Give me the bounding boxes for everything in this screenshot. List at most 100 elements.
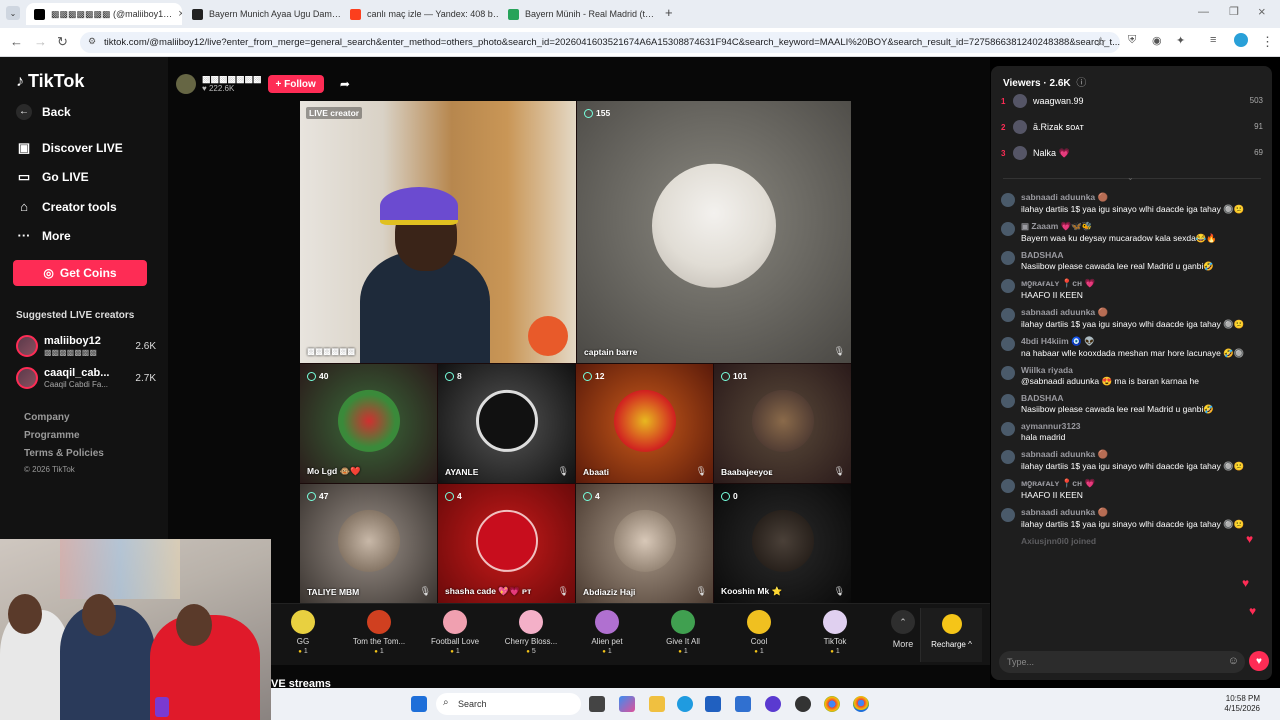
- extension-globe-icon[interactable]: ◉: [1152, 34, 1162, 47]
- avatar[interactable]: [1001, 251, 1015, 265]
- chat-username[interactable]: 4bdi H4kiim 🧿 👽: [1021, 336, 1265, 347]
- like-heart-button[interactable]: ♥: [1249, 651, 1269, 671]
- avatar[interactable]: [1001, 450, 1015, 464]
- avatar[interactable]: [1001, 394, 1015, 408]
- viewers-title[interactable]: Viewers · 2.6K ⓘ: [1003, 74, 1086, 89]
- chat-username[interactable]: BADSHAA: [1021, 393, 1265, 403]
- close-window-icon[interactable]: ×: [1258, 4, 1266, 19]
- avatar[interactable]: [1001, 422, 1015, 436]
- footer-company-link[interactable]: Company: [24, 412, 70, 423]
- gift-item[interactable]: Cherry Bloss... 5: [496, 610, 566, 655]
- share-icon[interactable]: ➦: [340, 77, 350, 91]
- url-field[interactable]: ⚙ tiktok.com/@maliiboy12/live?enter_from…: [80, 32, 1120, 53]
- avatar[interactable]: [1001, 479, 1015, 493]
- reading-list-icon[interactable]: ≡: [1210, 34, 1216, 46]
- guest-video-main[interactable]: 155 captain barre 🎙: [577, 101, 851, 363]
- avatar[interactable]: [1001, 193, 1015, 207]
- outlook-icon[interactable]: [735, 696, 751, 712]
- tab-bayern-madrid[interactable]: Bayern Münih - Real Madrid (t… ×: [500, 3, 656, 25]
- reload-icon[interactable]: ↻: [57, 34, 68, 50]
- copilot-icon[interactable]: [619, 696, 635, 712]
- site-info-icon[interactable]: ⚙: [88, 36, 96, 47]
- file-explorer-icon[interactable]: [649, 696, 665, 712]
- chat-username[interactable]: aymannur3123: [1021, 421, 1265, 431]
- taskbar-search[interactable]: ⌕ Search: [436, 693, 581, 715]
- chat-username[interactable]: ᴍჹʀᴀғᴀʟʏ 📍ᴄʜ 💗: [1021, 478, 1265, 489]
- chat-username[interactable]: BADSHAA: [1021, 250, 1265, 260]
- host-avatar[interactable]: [176, 74, 196, 94]
- forward-arrow-icon[interactable]: →: [34, 34, 47, 49]
- nav-more[interactable]: ··· More: [16, 228, 71, 243]
- tab-search-button[interactable]: ⌄: [6, 6, 20, 20]
- top-viewer-row[interactable]: 3 Nalka 💗 69: [1001, 146, 1263, 164]
- suggested-creator[interactable]: maliiboy12 ▩▩▩▩▩▩▩ 2.6K: [16, 335, 156, 361]
- get-coins-button[interactable]: ◎ Get Coins: [13, 260, 147, 286]
- guest-video[interactable]: 0 Kooshin Mk ⭐ 🎙: [714, 484, 851, 603]
- guest-video[interactable]: 4 Abdiaziz Haji 🎙: [576, 484, 713, 603]
- guest-video[interactable]: 40 Mo Lgd 🐵❤️: [300, 364, 437, 483]
- close-icon[interactable]: ×: [654, 8, 656, 20]
- chat-input[interactable]: Type... ☺: [999, 651, 1245, 673]
- follow-button[interactable]: + Follow: [267, 75, 324, 93]
- chat-username[interactable]: sabnaadi aduunka 🟤: [1021, 192, 1265, 203]
- back-button[interactable]: ← Back: [16, 104, 71, 120]
- avatar[interactable]: [1001, 337, 1015, 351]
- guest-video[interactable]: 8 AYANLE 🎙: [438, 364, 575, 483]
- chat-username[interactable]: sabnaadi aduunka 🟤: [1021, 307, 1265, 318]
- minimize-icon[interactable]: —: [1198, 6, 1209, 18]
- tab-tiktok[interactable]: ▩▩▩▩▩▩▩ (@maliiboy1… ×: [26, 3, 182, 25]
- menu-kebab-icon[interactable]: ⋮: [1261, 34, 1274, 50]
- suggested-creator[interactable]: caaqil_cab... Caaqil Cabdi Fa... 2.7K: [16, 367, 156, 393]
- profile-avatar[interactable]: [1234, 33, 1248, 47]
- task-view-icon[interactable]: [589, 696, 605, 712]
- guest-video[interactable]: 12 Abaati 🎙: [576, 364, 713, 483]
- guest-video[interactable]: 47 TALIYE MBM 🎙: [300, 484, 437, 603]
- chevron-down-icon[interactable]: ⌄: [1127, 173, 1134, 182]
- avatar[interactable]: [1001, 308, 1015, 322]
- top-viewer-row[interactable]: 2 ā.Rizak ꜱᴏᴀᴛ 91: [1001, 120, 1263, 138]
- footer-terms-link[interactable]: Terms & Policies: [24, 448, 104, 459]
- avatar[interactable]: [1001, 279, 1015, 293]
- tiktok-logo[interactable]: ♪ TikTok: [16, 71, 84, 92]
- bookmark-star-icon[interactable]: ☆: [1095, 34, 1107, 50]
- tab-bayern-somali[interactable]: Bayern Munich Ayaa Ugu Dam… ×: [184, 3, 340, 25]
- extensions-puzzle-icon[interactable]: ✦: [1176, 34, 1185, 47]
- close-icon[interactable]: ×: [172, 8, 182, 20]
- system-clock[interactable]: 10:58 PM 4/15/2026: [1224, 694, 1260, 714]
- top-viewer-row[interactable]: 1 waagwan.99 503: [1001, 94, 1263, 112]
- chat-username[interactable]: sabnaadi aduunka 🟤: [1021, 507, 1265, 518]
- nav-go-live[interactable]: ▭ Go LIVE: [16, 169, 89, 185]
- guest-video[interactable]: 4 shasha cade 💖💗 ᴘᴛ 🎙: [438, 484, 575, 603]
- obs-icon[interactable]: [795, 696, 811, 712]
- extension-shield-icon[interactable]: ⛨: [1128, 34, 1136, 47]
- store-icon[interactable]: [705, 696, 721, 712]
- nav-creator-tools[interactable]: ⌂ Creator tools: [16, 199, 117, 214]
- gift-item[interactable]: Football Love 1: [420, 610, 490, 655]
- gift-item[interactable]: TikTok 1: [800, 610, 870, 655]
- back-arrow-icon[interactable]: ←: [10, 34, 23, 49]
- avatar[interactable]: [1001, 366, 1015, 380]
- emoji-icon[interactable]: ☺: [1228, 655, 1239, 667]
- info-icon[interactable]: ⓘ: [1076, 78, 1086, 89]
- chat-username[interactable]: ▣ Zaaam 💗🦋🐝: [1021, 221, 1265, 232]
- windows-start-icon[interactable]: [411, 696, 427, 712]
- guest-video[interactable]: 101 Baabajeeyoᴇ 🎙: [714, 364, 851, 483]
- chat-username[interactable]: Wiilka riyada: [1021, 365, 1265, 375]
- new-tab-button[interactable]: +: [665, 5, 673, 20]
- gift-item[interactable]: GG 1: [268, 610, 338, 655]
- host-name[interactable]: ▩▩▩▩▩▩▩: [202, 74, 262, 84]
- chat-username[interactable]: sabnaadi aduunka 🟤: [1021, 449, 1265, 460]
- nav-discover-live[interactable]: ▣ Discover LIVE: [16, 140, 123, 156]
- edge-icon[interactable]: [677, 696, 693, 712]
- app-icon[interactable]: [765, 696, 781, 712]
- chrome-active-icon[interactable]: [853, 696, 869, 712]
- chat-username[interactable]: ᴍჹʀᴀғᴀʟʏ 📍ᴄʜ 💗: [1021, 278, 1265, 289]
- gift-item[interactable]: Cool 1: [724, 610, 794, 655]
- recharge-button[interactable]: Recharge ^: [920, 608, 982, 662]
- gift-item[interactable]: Tom the Tom... 1: [344, 610, 414, 655]
- footer-programme-link[interactable]: Programme: [24, 430, 80, 441]
- maximize-icon[interactable]: ❐: [1229, 5, 1239, 18]
- gift-item[interactable]: Alien pet 1: [572, 610, 642, 655]
- avatar[interactable]: [1001, 222, 1015, 236]
- gift-item[interactable]: Give It All 1: [648, 610, 718, 655]
